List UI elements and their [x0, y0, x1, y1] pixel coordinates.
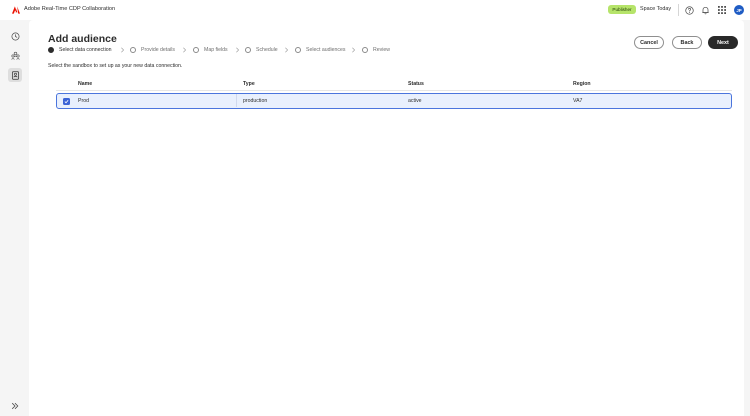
- step-select-data-connection[interactable]: Select data connection: [48, 46, 112, 54]
- step-current-indicator: [48, 47, 54, 53]
- step-label: Map fields: [204, 47, 228, 53]
- cell-region: VA7: [573, 98, 583, 104]
- step-label: Review: [373, 47, 391, 53]
- adobe-logo-icon[interactable]: [12, 6, 20, 14]
- table-header-row: Name Type Status Region: [56, 77, 732, 91]
- step-label: Select data connection: [59, 47, 112, 53]
- left-rail: [0, 20, 29, 416]
- cell-name: Prod: [78, 98, 89, 104]
- topbar-divider: [678, 4, 679, 16]
- step-indicator: [362, 47, 368, 53]
- back-button[interactable]: Back: [672, 36, 702, 49]
- step-schedule[interactable]: Schedule: [245, 46, 278, 54]
- step-select-audiences[interactable]: Select audiences: [295, 46, 346, 54]
- expand-rail-button[interactable]: [9, 400, 21, 412]
- bell-icon[interactable]: [700, 5, 710, 15]
- avatar[interactable]: JP: [734, 5, 744, 15]
- rail-item-collaborations[interactable]: [8, 48, 22, 62]
- chevron-right-icon: [236, 47, 240, 53]
- main-panel: Add audience Cancel Back Next Select dat…: [29, 20, 744, 416]
- step-indicator: [245, 47, 251, 53]
- step-indicator: [193, 47, 199, 53]
- next-button[interactable]: Next: [708, 36, 738, 49]
- cell-type: production: [243, 98, 268, 104]
- group-icon: [10, 51, 20, 60]
- step-label: Provide details: [141, 47, 176, 53]
- chevron-right-icon: [183, 47, 187, 53]
- step-indicator: [295, 47, 301, 53]
- page-title: Add audience: [48, 33, 117, 45]
- table-row[interactable]: Prod production active VA7: [56, 93, 732, 109]
- column-header-region[interactable]: Region: [573, 81, 591, 87]
- cell-status: active: [408, 98, 422, 104]
- step-indicator: [130, 47, 136, 53]
- publisher-badge-label: Publisher: [612, 7, 632, 12]
- row-checkbox[interactable]: [63, 97, 70, 105]
- cancel-button[interactable]: Cancel: [634, 36, 664, 49]
- app-title[interactable]: Adobe Real-Time CDP Collaboration: [24, 6, 115, 12]
- chevron-right-icon: [352, 47, 356, 53]
- rail-item-activity[interactable]: [8, 29, 22, 43]
- checkmark-icon: [64, 99, 69, 103]
- avatar-initials: JP: [736, 7, 742, 13]
- column-header-status[interactable]: Status: [408, 81, 424, 87]
- help-icon[interactable]: [684, 5, 694, 15]
- step-label: Select audiences: [306, 47, 346, 53]
- step-label: Schedule: [256, 47, 278, 53]
- step-map-fields[interactable]: Map fields: [193, 46, 228, 54]
- chevron-right-icon: [121, 47, 125, 53]
- double-chevron-right-icon: [11, 402, 19, 410]
- chevron-right-icon: [285, 47, 289, 53]
- audience-list-icon: [11, 70, 19, 80]
- instruction-text: Select the sandbox to set up as your new…: [48, 63, 183, 69]
- clock-icon: [11, 32, 19, 40]
- step-review[interactable]: Review: [362, 46, 390, 54]
- sandbox-table: Name Type Status Region Prod production …: [56, 77, 732, 109]
- step-provide-details[interactable]: Provide details: [130, 46, 175, 54]
- column-header-type[interactable]: Type: [243, 81, 255, 87]
- column-header-name[interactable]: Name: [78, 81, 92, 87]
- space-selector[interactable]: Space Today: [640, 6, 671, 12]
- top-bar: Adobe Real-Time CDP Collaboration Publis…: [0, 0, 750, 20]
- publisher-badge: Publisher: [608, 5, 636, 14]
- column-divider: [236, 94, 237, 107]
- app-grid-icon[interactable]: [717, 5, 727, 15]
- rail-item-audiences[interactable]: [8, 68, 22, 82]
